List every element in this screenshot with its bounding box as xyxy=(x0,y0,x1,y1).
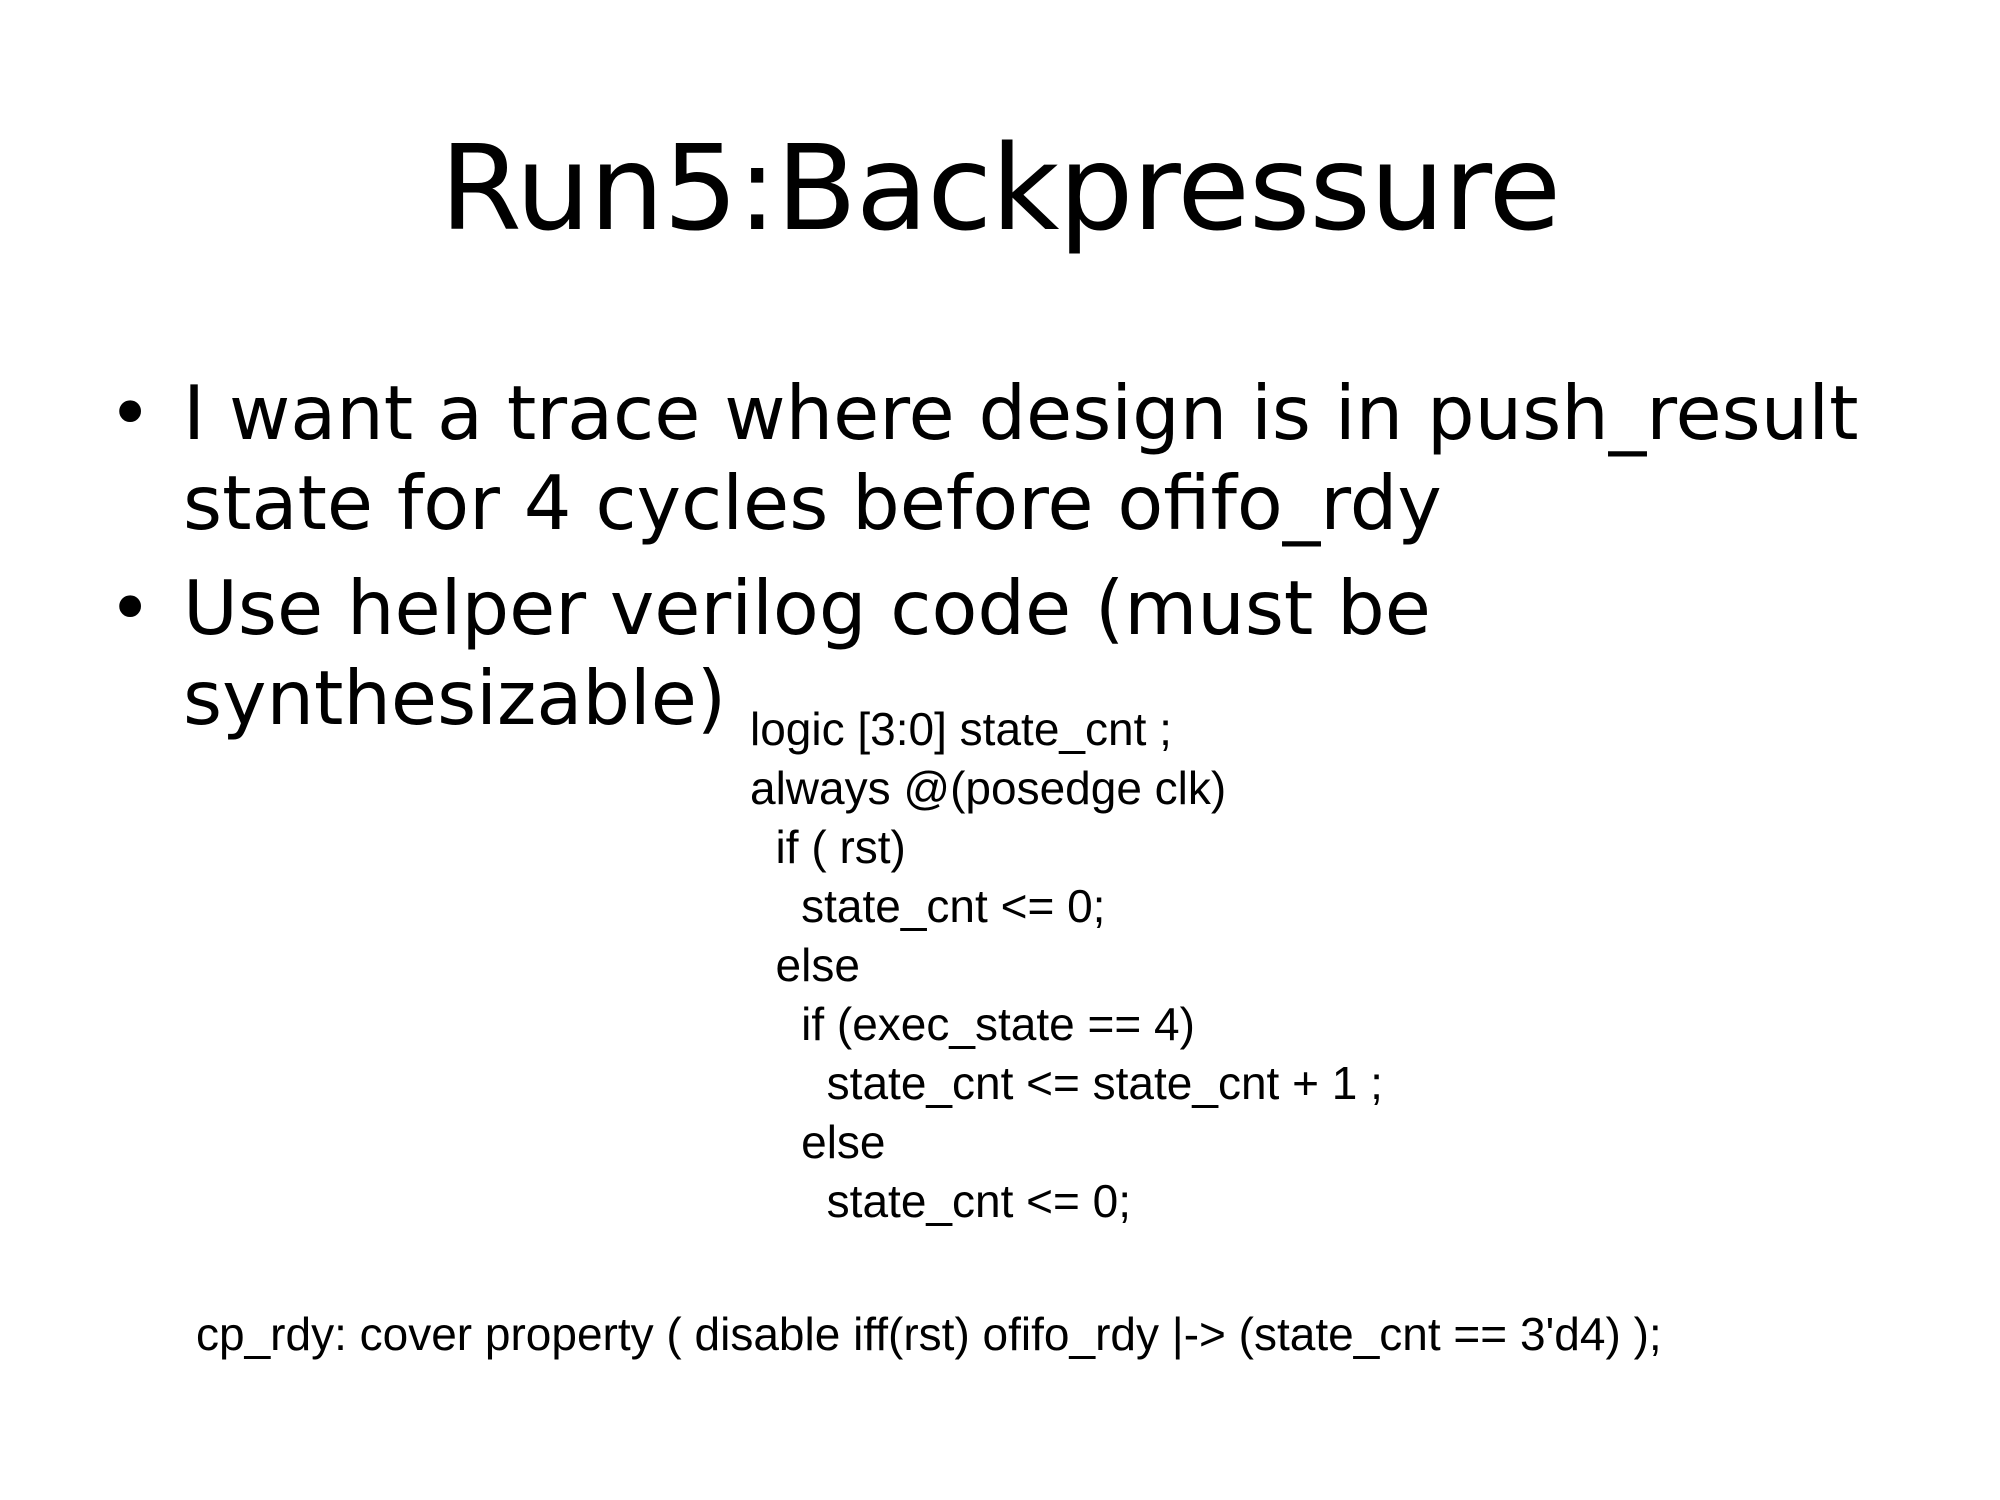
code-line: state_cnt <= 0; xyxy=(750,1175,1132,1227)
bullet-marker: • xyxy=(108,564,153,652)
code-line: else xyxy=(750,1116,886,1168)
slide-title: Run5:Backpressure xyxy=(439,119,1561,257)
code-line: always @(posedge clk) xyxy=(750,762,1227,814)
bullet-item: • I want a trace where design is in push… xyxy=(108,368,1968,548)
code-line: if (exec_state == 4) xyxy=(750,998,1195,1050)
code-line: if ( rst) xyxy=(750,821,906,873)
code-line: state_cnt <= 0; xyxy=(750,880,1106,932)
code-line: logic [3:0] state_cnt ; xyxy=(750,703,1172,755)
verilog-code-block: logic [3:0] state_cnt ; always @(posedge… xyxy=(750,700,1383,1231)
code-line: else xyxy=(750,939,860,991)
bullet-list: • I want a trace where design is in push… xyxy=(108,368,1968,743)
cover-property-statement: cp_rdy: cover property ( disable iff(rst… xyxy=(196,1308,1662,1360)
bullet-text: I want a trace where design is in push_r… xyxy=(183,369,1859,547)
code-line: state_cnt <= state_cnt + 1 ; xyxy=(750,1057,1383,1109)
bullet-marker: • xyxy=(108,369,153,457)
